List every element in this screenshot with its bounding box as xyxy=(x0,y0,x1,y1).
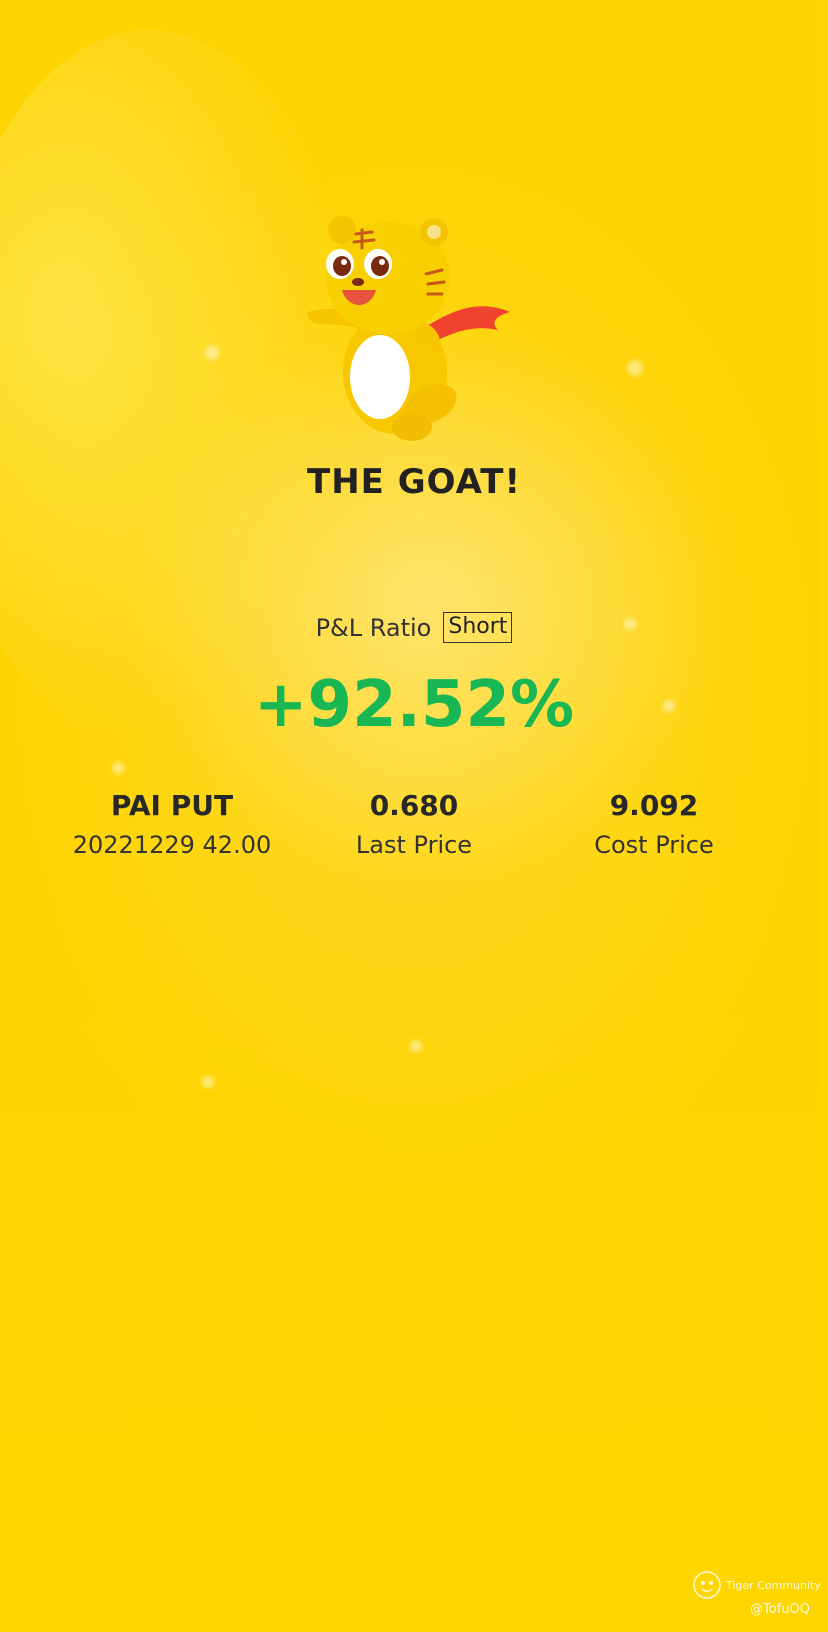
last-price-label: Last Price xyxy=(355,831,473,859)
contract-name: PAI PUT xyxy=(110,789,234,822)
pl-ratio-label: P&L Ratio xyxy=(315,613,432,642)
cost-price-stat: 9.092 Cost Price xyxy=(524,788,784,860)
sparkle-dot xyxy=(627,360,643,376)
brand-label: Tiger Community xyxy=(726,1578,821,1592)
pl-ratio-value: +92.52% xyxy=(253,668,575,742)
last-price-value: 0.680 xyxy=(369,789,459,822)
user-handle: @TofuOQ xyxy=(750,1602,810,1617)
footer-brand: Tiger Community xyxy=(692,1570,821,1600)
tiger-mascot-icon xyxy=(307,216,510,441)
sparkle-dot xyxy=(202,1076,214,1088)
page-title: THE GOAT! xyxy=(307,462,521,502)
edge-strip xyxy=(819,0,828,1632)
last-price-stat: 0.680 Last Price xyxy=(284,788,544,860)
cost-price-value: 9.092 xyxy=(609,789,699,822)
contract-detail: 20221229 42.00 xyxy=(72,831,272,859)
position-badge: Short xyxy=(443,612,513,643)
tiger-logo-icon xyxy=(693,1571,721,1599)
sparkle-dot xyxy=(205,346,219,360)
share-card: THE GOAT! P&L Ratio Short +92.52% PAI PU… xyxy=(0,0,828,1632)
pl-ratio-row: P&L Ratio Short xyxy=(0,612,828,643)
cost-price-label: Cost Price xyxy=(594,831,714,859)
contract-stat: PAI PUT 20221229 42.00 xyxy=(42,788,302,860)
sparkle-dot xyxy=(410,1040,422,1052)
sparkle-dot xyxy=(112,762,124,774)
